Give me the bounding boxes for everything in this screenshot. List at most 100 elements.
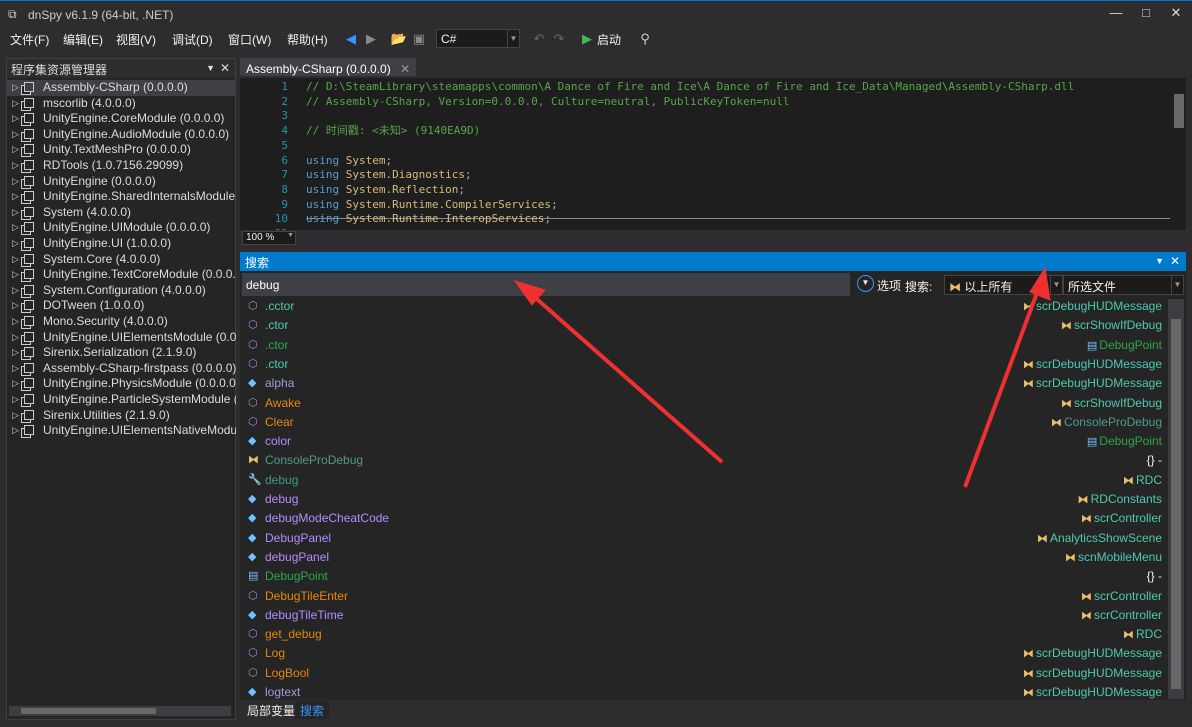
horizontal-scrollbar[interactable] <box>9 706 231 716</box>
expand-icon[interactable]: ▷ <box>12 158 19 174</box>
tree-item[interactable]: ▷ UnityEngine.UIModule (0.0.0.0) <box>7 220 236 236</box>
tree-item[interactable]: ▷ UnityEngine.TextCoreModule (0.0.0.0) <box>7 267 236 283</box>
play-icon[interactable]: ▶ <box>578 31 596 47</box>
tree-item[interactable]: ▷ UnityEngine (0.0.0.0) <box>7 174 236 190</box>
search-type-select[interactable]: ⧓ 以上所有 ▼ <box>944 275 1063 295</box>
options-button[interactable]: 选项 <box>877 277 901 294</box>
search-result-row[interactable]: ◆ DebugPanel ⧓ AnalyticsShowScene <box>240 529 1162 548</box>
minimize-button[interactable]: — <box>1104 5 1128 25</box>
tree-item[interactable]: ▷ UnityEngine.UIElementsNativeModule <box>7 423 236 439</box>
search-result-row[interactable]: ◆ debugPanel ⧓ scnMobileMenu <box>240 548 1162 567</box>
tab-search[interactable]: 搜索 <box>295 701 330 719</box>
menu-file[interactable]: 文件(F) <box>10 31 49 48</box>
expand-icon[interactable]: ▷ <box>12 314 19 330</box>
back-icon[interactable]: ◀ <box>342 31 360 47</box>
menu-debug[interactable]: 调试(D) <box>172 31 213 48</box>
zoom-select[interactable]: 100 % ▼ <box>242 231 296 245</box>
tree-item[interactable]: ▷ UnityEngine.CoreModule (0.0.0.0) <box>7 111 236 127</box>
search-result-row[interactable]: ◆ alpha ⧓ scrDebugHUDMessage <box>240 374 1162 393</box>
menu-view[interactable]: 视图(V) <box>116 31 156 48</box>
search-result-row[interactable]: ⧓ ConsoleProDebug {} - <box>240 451 1162 470</box>
tree-item[interactable]: ▷ Assembly-CSharp (0.0.0.0) <box>7 80 236 96</box>
tree-item[interactable]: ▷ Unity.TextMeshPro (0.0.0.0) <box>7 142 236 158</box>
expand-icon[interactable]: ▷ <box>12 236 19 252</box>
search-result-row[interactable]: ◆ debug ⧓ RDConstants <box>240 490 1162 509</box>
chevron-down-circle-icon[interactable]: ▼ <box>857 275 874 292</box>
expand-icon[interactable]: ▷ <box>12 252 19 268</box>
expand-icon[interactable]: ▷ <box>12 111 19 127</box>
tree-item[interactable]: ▷ UnityEngine.UI (1.0.0.0) <box>7 236 236 252</box>
language-select[interactable]: C# ▼ <box>436 29 520 48</box>
expand-icon[interactable]: ▷ <box>12 127 19 143</box>
expand-icon[interactable]: ▷ <box>12 330 19 346</box>
search-result-row[interactable]: ◆ color ▤ DebugPoint <box>240 432 1162 451</box>
search-result-row[interactable]: ▤ DebugPoint {} - <box>240 567 1162 586</box>
search-scope-select[interactable]: 所选文件 ▼ <box>1063 275 1184 295</box>
expand-icon[interactable]: ▷ <box>12 345 19 361</box>
tree-item[interactable]: ▷ UnityEngine.UIElementsModule (0.0.0.0) <box>7 330 236 346</box>
search-result-row[interactable]: ⬡ .cctor ⧓ scrDebugHUDMessage <box>240 297 1162 316</box>
expand-icon[interactable]: ▷ <box>12 267 19 283</box>
open-folder-icon[interactable]: 📂 <box>390 31 408 47</box>
tree-item[interactable]: ▷ Mono.Security (4.0.0.0) <box>7 314 236 330</box>
expand-icon[interactable]: ▷ <box>12 220 19 236</box>
close-icon[interactable]: ✕ <box>1170 254 1180 268</box>
menu-window[interactable]: 窗口(W) <box>228 31 271 48</box>
expand-icon[interactable]: ▷ <box>12 423 19 439</box>
search-result-row[interactable]: ⬡ Clear ⧓ ConsoleProDebug <box>240 413 1162 432</box>
expand-icon[interactable]: ▷ <box>12 392 19 408</box>
redo-icon[interactable]: ↷ <box>550 31 568 47</box>
results-scrollbar[interactable] <box>1168 299 1184 699</box>
search-result-row[interactable]: ◆ logtext ⧓ scrDebugHUDMessage <box>240 683 1162 700</box>
search-icon[interactable]: ⚲ <box>636 31 654 47</box>
expand-icon[interactable]: ▷ <box>12 298 19 314</box>
tree-item[interactable]: ▷ RDTools (1.0.7156.29099) <box>7 158 236 174</box>
search-result-row[interactable]: ⬡ .ctor ⧓ scrShowIfDebug <box>240 316 1162 335</box>
close-tab-icon[interactable]: ✕ <box>400 62 410 76</box>
search-result-row[interactable]: ⬡ .ctor ⧓ scrDebugHUDMessage <box>240 355 1162 374</box>
expand-icon[interactable]: ▷ <box>12 142 19 158</box>
expand-icon[interactable]: ▷ <box>12 80 19 96</box>
expand-icon[interactable]: ▷ <box>12 96 19 112</box>
expand-icon[interactable]: ▷ <box>12 205 19 221</box>
code-view[interactable]: 1 // D:\SteamLibrary\steamapps\common\A D… <box>240 78 1186 240</box>
start-button[interactable]: 启动 <box>597 31 621 48</box>
expand-icon[interactable]: ▷ <box>12 376 19 392</box>
tree-item[interactable]: ▷ Assembly-CSharp-firstpass (0.0.0.0) <box>7 361 236 377</box>
forward-icon[interactable]: ▶ <box>362 31 380 47</box>
search-result-row[interactable]: ⬡ get_debug ⧓ RDC <box>240 625 1162 644</box>
vertical-scrollbar[interactable] <box>1174 94 1184 128</box>
tree-item[interactable]: ▷ mscorlib (4.0.0.0) <box>7 96 236 112</box>
search-result-row[interactable]: ◆ debugModeCheatCode ⧓ scrController <box>240 509 1162 528</box>
tree-item[interactable]: ▷ System (4.0.0.0) <box>7 205 236 221</box>
expand-icon[interactable]: ▷ <box>12 283 19 299</box>
search-result-row[interactable]: ⬡ LogBool ⧓ scrDebugHUDMessage <box>240 664 1162 683</box>
undo-icon[interactable]: ↶ <box>530 31 548 47</box>
tab-locals[interactable]: 局部变量 <box>242 701 300 719</box>
tree-item[interactable]: ▷ Sirenix.Utilities (2.1.9.0) <box>7 408 236 424</box>
tree-item[interactable]: ▷ System.Configuration (4.0.0.0) <box>7 283 236 299</box>
dropdown-icon[interactable]: ▼ <box>206 63 215 73</box>
close-button[interactable]: ✕ <box>1164 5 1188 25</box>
menu-edit[interactable]: 编辑(E) <box>63 31 103 48</box>
expand-icon[interactable]: ▷ <box>12 408 19 424</box>
expand-icon[interactable]: ▷ <box>12 174 19 190</box>
tree-item[interactable]: ▷ UnityEngine.ParticleSystemModule (0.0.0… <box>7 392 236 408</box>
search-result-row[interactable]: 🔧 debug ⧓ RDC <box>240 471 1162 490</box>
search-result-row[interactable]: ⬡ DebugTileEnter ⧓ scrController <box>240 587 1162 606</box>
menu-help[interactable]: 帮助(H) <box>287 31 328 48</box>
maximize-button[interactable]: □ <box>1134 5 1158 25</box>
search-input[interactable] <box>242 273 850 296</box>
close-icon[interactable]: ✕ <box>220 61 230 75</box>
expand-icon[interactable]: ▷ <box>12 189 19 205</box>
save-icon[interactable]: ▣ <box>410 31 428 47</box>
search-result-row[interactable]: ⬡ Log ⧓ scrDebugHUDMessage <box>240 644 1162 663</box>
tab-assembly-csharp[interactable]: Assembly-CSharp (0.0.0.0) ✕ <box>240 58 417 76</box>
tree-item[interactable]: ▷ DOTween (1.0.0.0) <box>7 298 236 314</box>
tree-item[interactable]: ▷ UnityEngine.SharedInternalsModule <box>7 189 236 205</box>
tree-item[interactable]: ▷ Sirenix.Serialization (2.1.9.0) <box>7 345 236 361</box>
tree-item[interactable]: ▷ UnityEngine.AudioModule (0.0.0.0) <box>7 127 236 143</box>
tree-item[interactable]: ▷ System.Core (4.0.0.0) <box>7 252 236 268</box>
search-result-row[interactable]: ◆ debugTileTime ⧓ scrController <box>240 606 1162 625</box>
expand-icon[interactable]: ▷ <box>12 361 19 377</box>
